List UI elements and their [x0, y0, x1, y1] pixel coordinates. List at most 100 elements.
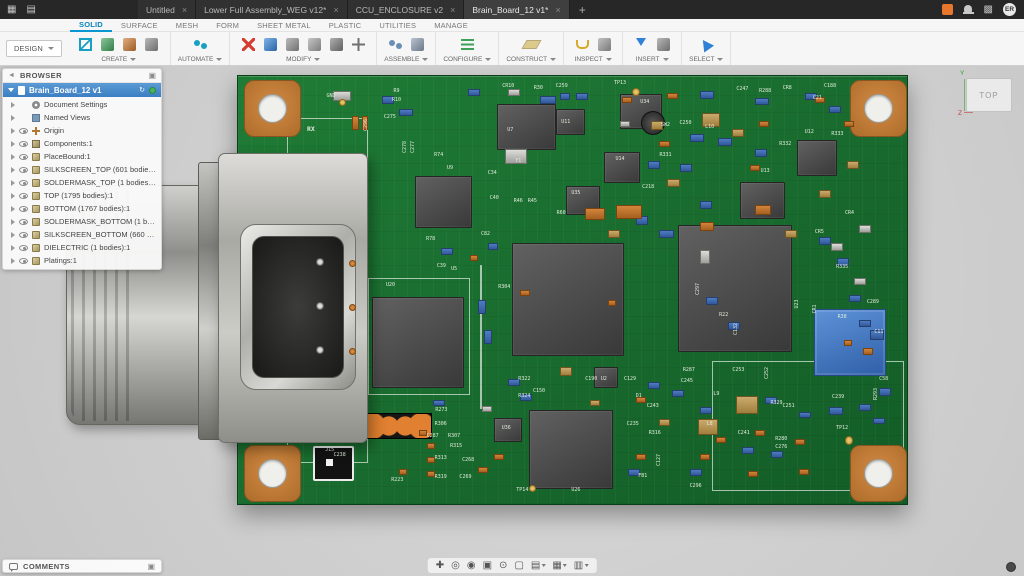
capacitor[interactable] — [849, 295, 861, 302]
browser-item[interactable]: DIELECTRIC (1 bodies):1 — [3, 241, 161, 254]
visibility-eye-icon[interactable] — [19, 128, 28, 134]
inductor[interactable] — [590, 400, 600, 407]
user-avatar[interactable]: ER — [1003, 3, 1016, 16]
capacitor[interactable] — [755, 149, 767, 157]
capacitor[interactable] — [700, 407, 712, 414]
inductor[interactable] — [736, 396, 758, 414]
diode[interactable] — [700, 250, 710, 264]
browser-item[interactable]: Origin — [3, 124, 161, 137]
capacitor[interactable] — [399, 109, 413, 116]
capacitor[interactable] — [680, 164, 692, 172]
document-tab[interactable]: Lower Full Assembly_WEG v12*× — [196, 0, 348, 19]
resistor[interactable] — [750, 165, 760, 171]
inductor[interactable] — [560, 367, 572, 375]
visibility-eye-icon[interactable] — [19, 206, 28, 212]
ribbon-group-label[interactable]: CONFIGURE — [443, 56, 491, 63]
configure-icon[interactable] — [457, 35, 477, 53]
diode[interactable] — [854, 278, 866, 285]
capacitor[interactable] — [742, 447, 754, 454]
resistor[interactable] — [659, 141, 669, 147]
resistor[interactable] — [427, 457, 435, 463]
visibility-eye-icon[interactable] — [19, 154, 28, 160]
visibility-eye-icon[interactable] — [19, 180, 28, 186]
grid-snap-icon[interactable]: ▦ — [552, 561, 566, 571]
chevron-down-icon[interactable] — [8, 88, 14, 92]
resistor[interactable] — [427, 471, 435, 477]
capacitor[interactable] — [441, 248, 453, 255]
visibility-eye-icon[interactable] — [19, 193, 28, 199]
ribbon-group-label[interactable]: INSPECT — [575, 56, 612, 63]
ribbon-group-label[interactable]: MODIFY — [286, 56, 320, 63]
inductor[interactable] — [819, 190, 831, 198]
browser-item[interactable]: SILKSCREEN_BOTTOM (660 bod... — [3, 228, 161, 241]
capacitor[interactable] — [755, 98, 769, 105]
notifications-bell-icon[interactable] — [963, 4, 974, 15]
new-tab-button[interactable]: + — [570, 0, 595, 19]
app-launcher-icon[interactable]: ▦ — [7, 5, 16, 15]
resistor[interactable] — [795, 439, 805, 445]
resistor[interactable] — [470, 255, 478, 261]
test-pad[interactable] — [529, 485, 536, 492]
data-panel-icon[interactable]: ▤ — [26, 5, 35, 15]
resistor[interactable] — [844, 340, 852, 346]
capacitor[interactable] — [829, 106, 841, 113]
capacitor[interactable] — [690, 469, 702, 476]
joint-origin-icon[interactable] — [407, 35, 427, 53]
resistor[interactable] — [636, 454, 646, 460]
capacitor[interactable] — [540, 96, 556, 104]
inductor[interactable] — [847, 161, 859, 169]
resistor[interactable] — [419, 430, 427, 436]
resistor[interactable] — [700, 222, 714, 231]
fit-icon[interactable]: ▢ — [514, 561, 523, 571]
ribbon-group-label[interactable]: INSERT — [636, 56, 669, 63]
mounting-pad[interactable] — [244, 80, 301, 137]
ic-chip[interactable] — [529, 410, 613, 489]
browser-item[interactable]: Document Settings — [3, 98, 161, 111]
capacitor[interactable] — [873, 418, 885, 425]
derive-icon[interactable] — [142, 35, 162, 53]
ribbon-tab-solid[interactable]: SOLID — [70, 19, 112, 32]
ribbon-tab-mesh[interactable]: MESH — [167, 19, 207, 32]
visibility-eye-icon[interactable] — [19, 219, 28, 225]
browser-item[interactable]: Named Views — [3, 111, 161, 124]
status-icon[interactable] — [1006, 562, 1016, 572]
resistor[interactable] — [716, 437, 726, 443]
inductor[interactable] — [608, 230, 620, 238]
ribbon-tab-sheet-metal[interactable]: SHEET METAL — [248, 19, 320, 32]
capacitor[interactable] — [879, 388, 891, 396]
capacitor[interactable] — [700, 201, 712, 209]
ribbon-tab-manage[interactable]: MANAGE — [425, 19, 477, 32]
resistor[interactable] — [700, 454, 710, 460]
resistor[interactable] — [427, 443, 435, 449]
display-settings-icon[interactable]: ▤ — [531, 561, 545, 571]
browser-item[interactable]: SOLDERMASK_TOP (1 bodies):1 — [3, 176, 161, 189]
document-tab[interactable]: CCU_ENCLOSURE v2× — [348, 0, 465, 19]
view-cube[interactable]: TOP Y Z — [966, 78, 1012, 112]
visibility-eye-icon[interactable] — [19, 245, 28, 251]
test-pad[interactable] — [845, 436, 853, 444]
browser-item[interactable]: PlaceBound:1 — [3, 150, 161, 163]
resistor[interactable] — [622, 97, 632, 103]
visibility-eye-icon[interactable] — [19, 258, 28, 264]
resistor[interactable] — [748, 471, 758, 477]
construction-plane-icon[interactable] — [521, 35, 541, 53]
browser-root-item[interactable]: Brain_Board_12 v1 ↻ — [3, 83, 161, 97]
ribbon-group-label[interactable]: SELECT — [689, 56, 723, 63]
visibility-eye-icon[interactable] — [19, 141, 28, 147]
capacitor[interactable] — [648, 382, 660, 389]
resistor[interactable] — [608, 300, 616, 306]
capacitor[interactable] — [690, 134, 704, 142]
browser-item[interactable]: TOP (1795 bodies):1 — [3, 189, 161, 202]
capacitor[interactable] — [484, 330, 492, 344]
ribbon-tab-plastic[interactable]: PLASTIC — [320, 19, 371, 32]
zoom-window-icon[interactable]: ▣ — [483, 561, 492, 571]
resistor[interactable] — [667, 93, 677, 99]
capacitor[interactable] — [819, 237, 831, 245]
ribbon-group-label[interactable]: AUTOMATE — [178, 56, 223, 63]
capacitor[interactable] — [576, 93, 588, 100]
measure-icon[interactable] — [572, 35, 592, 53]
insert-mesh-icon[interactable] — [653, 35, 673, 53]
resistor[interactable] — [844, 121, 854, 127]
combine-icon[interactable] — [326, 35, 346, 53]
browser-item[interactable]: SOLDERMASK_BOTTOM (1 bodi... — [3, 215, 161, 228]
